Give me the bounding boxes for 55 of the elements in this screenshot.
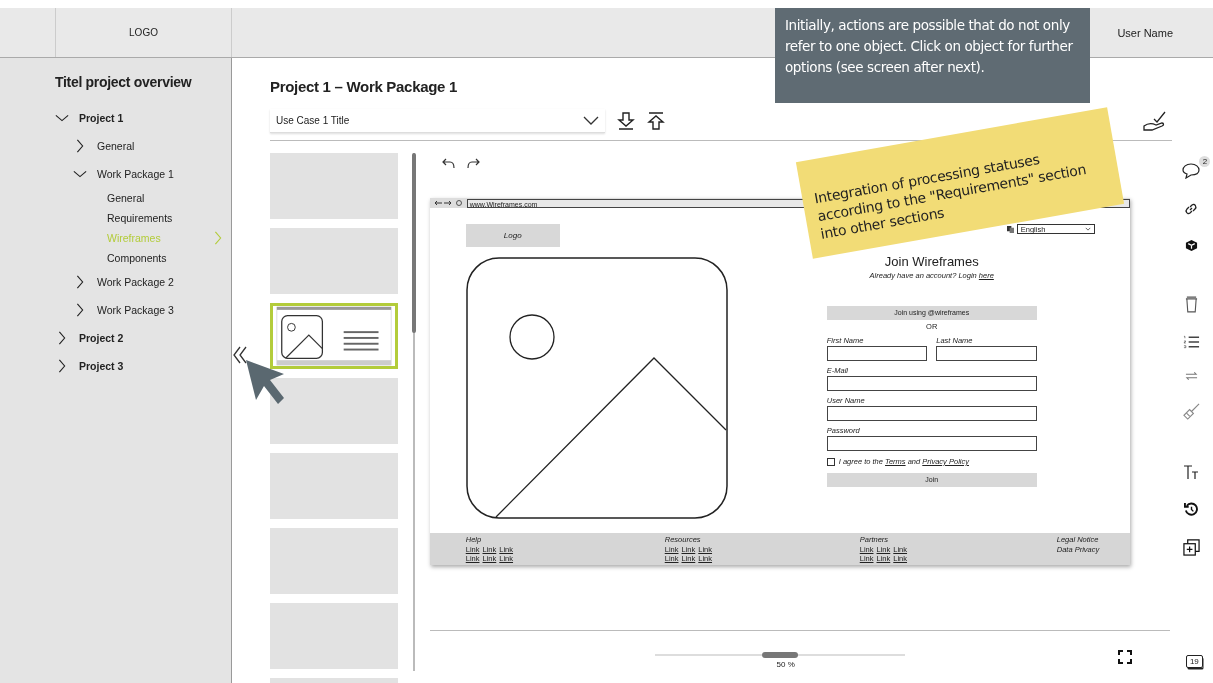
zoom-value: 50 % (776, 659, 795, 669)
collapse-sidebar-icon[interactable] (232, 346, 248, 364)
tree-item[interactable]: Components (107, 252, 167, 264)
comment-count-badge: 2 (1199, 156, 1211, 167)
hand-check-icon[interactable] (1142, 110, 1168, 132)
text-field[interactable] (826, 346, 928, 361)
download-icon[interactable] (617, 111, 635, 131)
undo-icon[interactable] (441, 157, 456, 169)
page-thumbnail[interactable] (270, 603, 398, 669)
text-field[interactable] (826, 436, 1037, 451)
history-icon[interactable] (1183, 502, 1199, 517)
fullscreen-icon[interactable] (1117, 650, 1132, 664)
browser-navigation-icon (433, 199, 464, 207)
tree-item[interactable]: General (97, 140, 135, 152)
tree-item[interactable]: Project 3 (79, 360, 124, 372)
dropdown-chevron-icon (1084, 227, 1091, 231)
trash-icon[interactable] (1184, 296, 1198, 313)
language-icon (1006, 225, 1014, 233)
redo-icon[interactable] (465, 157, 480, 169)
tree-item[interactable]: Work Package 2 (97, 276, 174, 288)
numbered-list-icon[interactable] (1182, 335, 1200, 349)
logo-text: LOGO (129, 27, 158, 38)
brush-icon[interactable] (1182, 403, 1200, 420)
upload-icon[interactable] (647, 111, 665, 131)
text-size-icon[interactable] (1183, 464, 1200, 480)
add-copy-icon[interactable] (1182, 539, 1200, 556)
cube-icon[interactable] (1184, 239, 1198, 252)
tree-item[interactable]: Requirements (107, 212, 173, 224)
zoom-slider[interactable] (654, 653, 905, 656)
zoom-slider-thumb[interactable] (761, 651, 798, 658)
user-name[interactable]: User Name (1117, 26, 1173, 39)
tree-item[interactable]: Work Package 1 (97, 168, 174, 180)
comment-icon[interactable] (1182, 163, 1201, 179)
tree-item[interactable]: General (107, 192, 145, 204)
image-placeholder-icon (465, 257, 728, 519)
page-thumbnail[interactable] (270, 378, 398, 444)
page-title: Project 1 – Work Package 1 (270, 78, 459, 95)
tree-item[interactable]: Work Package 3 (97, 304, 174, 316)
sidebar-title: Titel project overview (55, 74, 193, 90)
text-field[interactable] (826, 376, 1037, 391)
page-thumbnail[interactable] (270, 153, 398, 219)
page-thumbnail[interactable] (270, 453, 398, 519)
tree-item[interactable]: Project 1 (79, 112, 124, 124)
page-thumbnail[interactable] (270, 228, 398, 294)
tree-item[interactable]: Project 2 (79, 332, 124, 344)
tooltip: Initially, actions are possible that do not only refer to one object. Click on object for further options (see screen after next). (775, 8, 1090, 103)
page-thumbnail[interactable] (270, 528, 398, 594)
use-case-dropdown[interactable]: Use Case 1 Title (270, 109, 605, 133)
agree-checkbox[interactable] (826, 457, 835, 466)
calendar-button[interactable]: 19 (1185, 655, 1203, 668)
swap-icon[interactable] (1184, 371, 1198, 381)
text-field[interactable] (936, 346, 1037, 361)
text-field[interactable] (826, 406, 1037, 421)
logo-label: Logo (503, 231, 522, 240)
dropdown-chevron-icon (583, 115, 599, 126)
